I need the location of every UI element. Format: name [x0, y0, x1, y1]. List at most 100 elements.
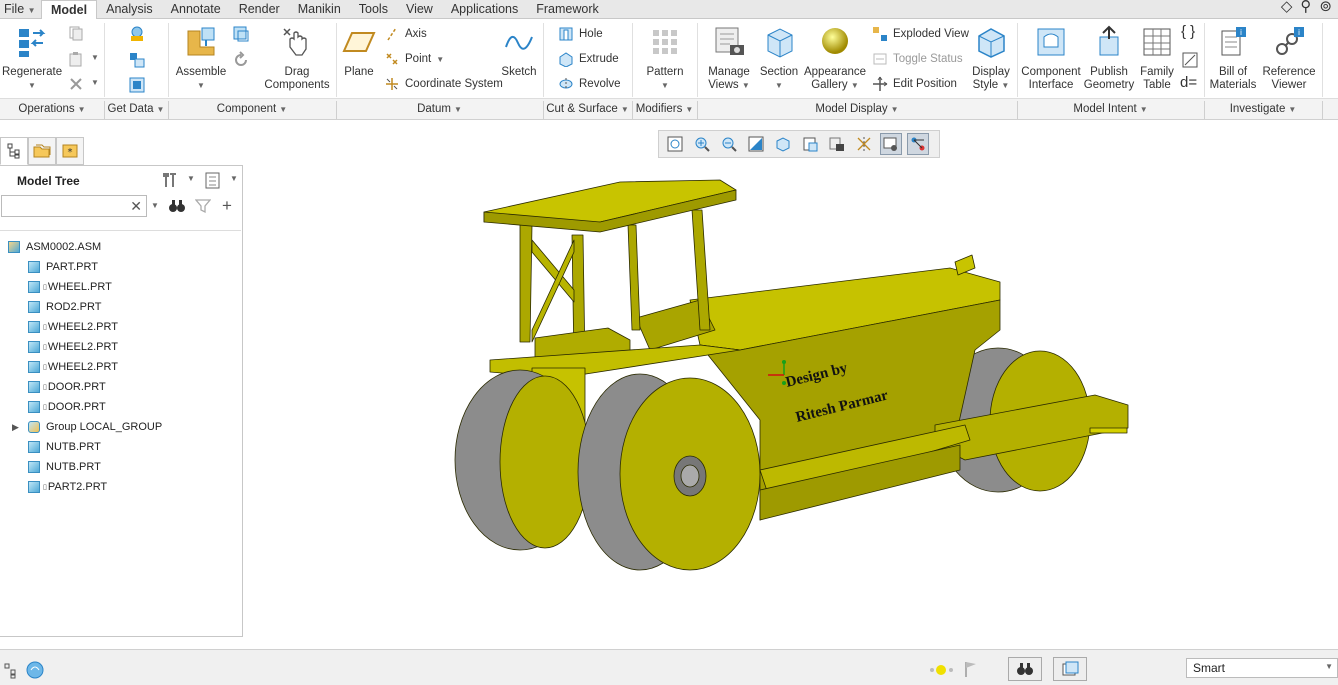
extrude-button[interactable]: Extrude	[558, 51, 619, 67]
tree-item-part[interactable]: ▯ WHEEL.PRT	[0, 277, 241, 297]
hole-button[interactable]: Hole	[558, 26, 603, 42]
tab-view[interactable]: View	[397, 0, 442, 19]
tree-item-part[interactable]: ▯ WHEEL2.PRT	[0, 357, 241, 377]
zoom-in-button[interactable]	[691, 133, 713, 155]
tab-framework[interactable]: Framework	[527, 0, 608, 19]
settings-icon[interactable]: ◇	[1281, 0, 1293, 15]
relations-icon[interactable]: { }	[1181, 23, 1195, 40]
group-get-data[interactable]: Get Data ▼	[104, 103, 168, 115]
tab-tools[interactable]: Tools	[350, 0, 397, 19]
drag-components-button[interactable]: Drag Components	[260, 25, 334, 92]
flag-icon[interactable]	[963, 660, 979, 678]
family-table-button[interactable]: Family Table	[1136, 25, 1178, 92]
tree-item-part[interactable]: ▯ WHEEL2.PRT	[0, 317, 241, 337]
tree-item-part[interactable]: PART.PRT	[0, 257, 241, 277]
group-modifiers[interactable]: Modifiers ▼	[632, 103, 697, 115]
assemble-button[interactable]: Assemble ▼	[172, 25, 230, 92]
group-component[interactable]: Component ▼	[168, 103, 336, 115]
status-lights-icon[interactable]	[928, 662, 956, 678]
find-button[interactable]	[1008, 657, 1042, 681]
repeat-icon[interactable]	[232, 51, 250, 69]
help-icon[interactable]: ⊚	[1319, 0, 1332, 15]
manage-views-button[interactable]: Manage Views ▼	[701, 25, 757, 92]
saved-orientations-button[interactable]	[799, 133, 821, 155]
reference-viewer-button[interactable]: i Reference Viewer	[1260, 25, 1318, 92]
spin-center-button[interactable]	[907, 133, 929, 155]
add-icon[interactable]: +	[222, 196, 232, 216]
display-style-toolbar-button[interactable]	[772, 133, 794, 155]
copy-geometry-icon[interactable]	[128, 51, 146, 69]
bill-of-materials-button[interactable]: i Bill of Materials	[1206, 25, 1260, 92]
paste-icon[interactable]	[68, 51, 84, 67]
show-columns-icon[interactable]	[204, 171, 222, 189]
tree-settings-icon[interactable]	[160, 171, 180, 189]
expand-icon[interactable]: ▶	[12, 422, 19, 433]
toggle-status-button[interactable]: Toggle Status	[872, 51, 963, 67]
parameters-icon[interactable]: d=	[1180, 74, 1197, 91]
view-manager-button[interactable]	[826, 133, 848, 155]
sketch-button[interactable]: Sketch	[500, 25, 538, 79]
filter-icon[interactable]	[195, 198, 211, 214]
browser-icon[interactable]	[26, 661, 44, 679]
shrinkwrap-icon[interactable]	[128, 76, 146, 94]
tree-item-part[interactable]: ▯ DOOR.PRT	[0, 397, 241, 417]
search-icon[interactable]: ⚲	[1300, 0, 1311, 15]
datum-display-button[interactable]	[853, 133, 875, 155]
tree-item-part[interactable]: ▯ PART2.PRT	[0, 477, 241, 497]
regenerate-button[interactable]: Regenerate ▼	[2, 25, 62, 92]
coordinate-system-button[interactable]: Coordinate System	[384, 76, 503, 92]
exploded-view-button[interactable]: Exploded View	[872, 26, 969, 42]
tree-item-group[interactable]: ▶ Group LOCAL_GROUP	[0, 417, 241, 437]
axis-button[interactable]: Axis	[384, 26, 427, 42]
tab-manikin[interactable]: Manikin	[289, 0, 350, 19]
component-interface-button[interactable]: Component Interface	[1020, 25, 1082, 92]
copy-icon[interactable]	[68, 25, 84, 41]
tree-search-input[interactable]: ✕	[1, 195, 147, 217]
selection-filter-select[interactable]: Smart ▼	[1186, 658, 1338, 678]
select-box-button[interactable]	[1053, 657, 1087, 681]
tab-applications[interactable]: Applications	[442, 0, 527, 19]
create-component-icon[interactable]	[232, 25, 250, 43]
tab-favorites[interactable]: *	[56, 137, 84, 165]
tree-item-part[interactable]: NUTB.PRT	[0, 457, 241, 477]
tree-item-part[interactable]: ROD2.PRT	[0, 297, 241, 317]
clear-search-icon[interactable]: ✕	[130, 198, 142, 215]
section-button[interactable]: Section ▼	[756, 25, 802, 92]
tab-model[interactable]: Model	[41, 0, 98, 20]
tab-annotate[interactable]: Annotate	[162, 0, 230, 19]
delete-icon[interactable]	[68, 76, 84, 92]
tab-model-tree[interactable]	[0, 137, 28, 165]
repaint-button[interactable]	[745, 133, 767, 155]
group-operations[interactable]: Operations ▼	[0, 103, 104, 115]
tab-analysis[interactable]: Analysis	[97, 0, 162, 19]
group-datum[interactable]: Datum ▼	[336, 103, 543, 115]
tab-render[interactable]: Render	[230, 0, 289, 19]
toggle-navigator-icon[interactable]	[4, 663, 20, 679]
tree-item-part[interactable]: ▯ WHEEL2.PRT	[0, 337, 241, 357]
zoom-out-button[interactable]	[718, 133, 740, 155]
tab-folder-browser[interactable]	[28, 137, 56, 165]
refit-button[interactable]	[664, 133, 686, 155]
point-button[interactable]: Point ▼	[384, 51, 444, 67]
show-dropdown[interactable]: ▼	[230, 174, 238, 183]
switch-dimensions-icon[interactable]	[1181, 51, 1199, 69]
find-binoculars-icon[interactable]	[168, 198, 186, 214]
annotation-display-button[interactable]	[880, 133, 902, 155]
revolve-button[interactable]: Revolve	[558, 76, 621, 92]
tree-root-assembly[interactable]: ASM0002.ASM	[0, 237, 241, 257]
group-model-intent[interactable]: Model Intent ▼	[1017, 103, 1204, 115]
pattern-button[interactable]: Pattern ▼	[640, 25, 690, 92]
user-defined-feature-icon[interactable]	[128, 25, 146, 43]
tab-file[interactable]: File ▼	[0, 0, 41, 19]
group-model-display[interactable]: Model Display ▼	[697, 103, 1017, 115]
tree-item-part[interactable]: NUTB.PRT	[0, 437, 241, 457]
tree-settings-dropdown[interactable]: ▼	[187, 174, 195, 183]
graphics-viewport[interactable]: Design by Ritesh Parmar	[244, 160, 1338, 648]
edit-position-button[interactable]: Edit Position	[872, 76, 957, 92]
group-investigate[interactable]: Investigate ▼	[1204, 103, 1322, 115]
display-style-button[interactable]: Display Style ▼	[968, 25, 1014, 92]
plane-button[interactable]: Plane	[340, 25, 378, 79]
tree-item-part[interactable]: ▯ DOOR.PRT	[0, 377, 241, 397]
search-history-dropdown[interactable]: ▼	[151, 201, 159, 210]
publish-geometry-button[interactable]: Publish Geometry	[1082, 25, 1136, 92]
